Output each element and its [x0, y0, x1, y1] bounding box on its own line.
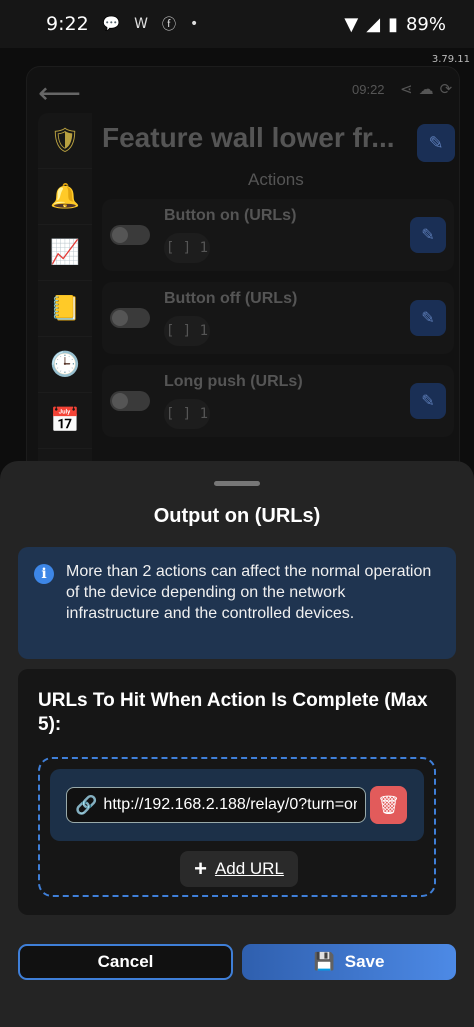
cloud-icon: ☁	[418, 81, 440, 98]
url-row: 🔗 🗑	[50, 769, 424, 841]
delete-url-button[interactable]: 🗑	[370, 786, 407, 824]
device-title: Feature wall lower fr...	[102, 122, 395, 153]
info-text: More than 2 actions can affect the norma…	[66, 563, 432, 622]
info-banner: i More than 2 actions can affect the nor…	[18, 547, 456, 659]
action-label: Button on (URLs)	[164, 207, 297, 224]
pencil-icon: ✎	[421, 227, 435, 244]
actions-label: Actions	[248, 170, 304, 189]
action-toggle[interactable]	[110, 391, 150, 411]
save-label: Save	[344, 952, 385, 971]
bell-icon[interactable]: 🔔	[38, 169, 92, 225]
device-logo-icon[interactable]: 🛡	[38, 113, 92, 169]
status-bar: 9:22 💬 W ⓕ • ▼ ◢ ▮ 89%	[0, 0, 474, 48]
refresh-icon[interactable]: ⟳	[440, 81, 459, 98]
link-icon: 🔗	[75, 794, 98, 815]
pencil-icon: ✎	[421, 393, 435, 410]
chart-icon[interactable]: 📈	[38, 225, 92, 281]
info-icon: i	[34, 564, 54, 584]
app-version: 3.79.11	[431, 54, 470, 65]
sheet-drag-handle[interactable]	[214, 481, 260, 486]
status-time: 9:22	[46, 13, 89, 35]
action-row: Button off (URLs) [ ] 1 ✎	[102, 282, 454, 354]
pencil-icon: ✎	[428, 132, 444, 153]
pencil-icon: ✎	[421, 310, 435, 327]
facebook-icon: ⓕ	[161, 17, 176, 33]
url-count-badge: [ ] 1	[164, 399, 210, 429]
action-label: Button off (URLs)	[164, 290, 298, 307]
battery-level: 89%	[405, 13, 446, 35]
action-row: Long push (URLs) [ ] 1 ✎	[102, 365, 454, 437]
url-count-badge: [ ] 1	[164, 233, 210, 263]
url-input[interactable]	[103, 796, 358, 814]
action-row: Button on (URLs) [ ] 1 ✎	[102, 199, 454, 271]
wifi-icon: ▼	[344, 13, 359, 35]
clock-icon[interactable]: 🕒	[38, 337, 92, 393]
signal-icon: ◢	[366, 13, 381, 35]
notebook-icon[interactable]: 📒	[38, 281, 92, 337]
floppy-icon: 💾	[313, 952, 335, 971]
url-field[interactable]: 🔗	[66, 787, 366, 823]
bottom-sheet: Output on (URLs) i More than 2 actions c…	[0, 461, 474, 1027]
side-nav: 🛡 🔔 📈 📒 🕒 📅	[38, 113, 92, 483]
urls-panel: URLs To Hit When Action Is Complete (Max…	[18, 669, 456, 915]
url-list-dropzone: 🔗 🗑 + Add URL	[38, 757, 436, 897]
save-button[interactable]: 💾 Save	[242, 944, 456, 980]
header-icons: ⋖☁⟳	[400, 80, 458, 98]
system-nav-bar	[0, 998, 474, 1027]
action-toggle[interactable]	[110, 308, 150, 328]
cancel-label: Cancel	[97, 952, 154, 971]
url-count-badge: [ ] 1	[164, 316, 210, 346]
w-logo-icon: W	[134, 16, 148, 32]
edit-action-button[interactable]: ✎	[410, 217, 446, 253]
edit-action-button[interactable]: ✎	[410, 383, 446, 419]
action-toggle[interactable]	[110, 225, 150, 245]
dot-icon: •	[189, 16, 199, 32]
edit-action-button[interactable]: ✎	[410, 300, 446, 336]
status-right: ▼ ◢ ▮ 89%	[344, 14, 446, 35]
header-time: 09:22	[352, 82, 385, 97]
edit-title-button[interactable]: ✎	[417, 124, 455, 162]
sheet-title: Output on (URLs)	[153, 505, 321, 527]
chat-icon: 💬	[102, 16, 121, 32]
battery-icon: ▮	[388, 13, 398, 35]
add-url-button[interactable]: + Add URL	[180, 851, 298, 887]
back-arrow-icon[interactable]: ⟵	[38, 76, 81, 111]
calendar-icon[interactable]: 📅	[38, 393, 92, 449]
action-label: Long push (URLs)	[164, 373, 303, 390]
trash-icon: 🗑	[377, 794, 400, 815]
add-url-label: Add URL	[214, 859, 284, 878]
urls-title: URLs To Hit When Action Is Complete (Max…	[38, 690, 428, 735]
share-icon[interactable]: ⋖	[400, 81, 419, 98]
cancel-button[interactable]: Cancel	[18, 944, 233, 980]
plus-icon: +	[194, 856, 207, 881]
